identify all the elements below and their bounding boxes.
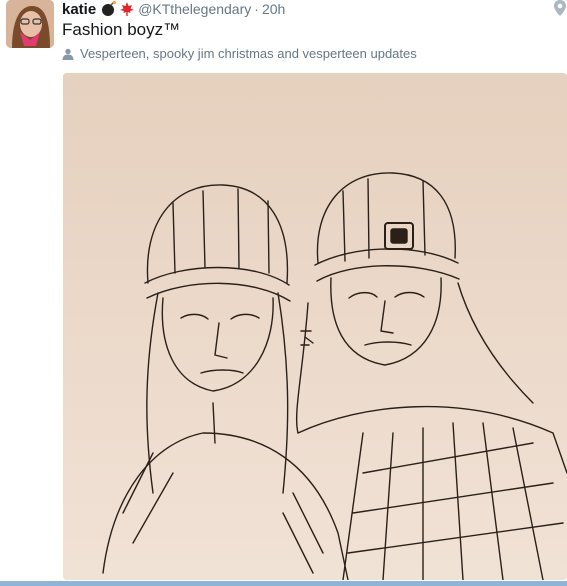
context-label: Vesperteen, spooky jim christmas and ves… bbox=[80, 46, 417, 61]
avatar[interactable] bbox=[6, 0, 54, 48]
author-handle[interactable]: @KTthelegendary bbox=[138, 1, 251, 17]
tweet-header: katie @KTthelegendary · 20h bbox=[62, 0, 285, 19]
context-line[interactable]: Vesperteen, spooky jim christmas and ves… bbox=[62, 46, 417, 61]
person-icon bbox=[62, 48, 74, 60]
bottom-bar bbox=[0, 581, 567, 586]
sketch-drawing bbox=[63, 73, 567, 580]
separator-dot: · bbox=[254, 1, 259, 17]
tweet-media-image[interactable] bbox=[63, 73, 567, 580]
timestamp[interactable]: 20h bbox=[262, 1, 285, 17]
author-name[interactable]: katie bbox=[62, 1, 96, 18]
tweet-card[interactable]: katie @KTthelegendary · 20h Fashion boyz… bbox=[0, 0, 567, 586]
maple-leaf-emoji-icon bbox=[120, 2, 135, 16]
tweet-text: Fashion boyz™ bbox=[62, 20, 181, 39]
bomb-emoji-icon bbox=[102, 1, 117, 16]
location-pin-icon[interactable] bbox=[553, 0, 567, 16]
